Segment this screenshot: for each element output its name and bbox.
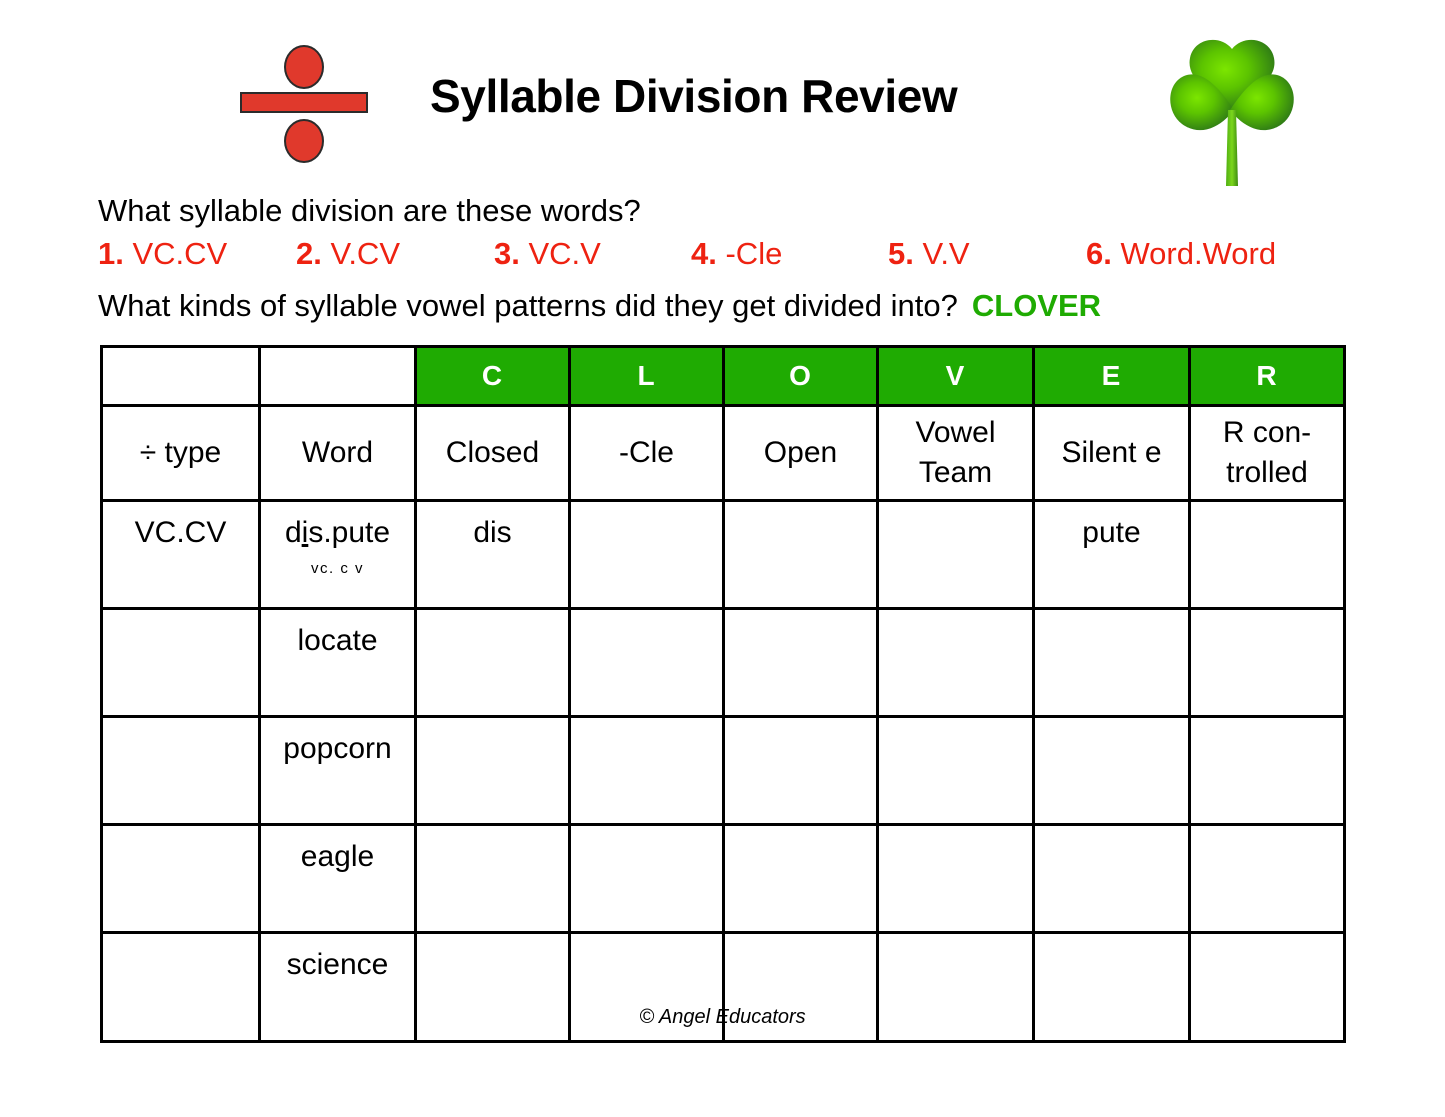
pattern-item-2: 2. V.CV <box>296 234 400 274</box>
cell-word[interactable]: locate <box>258 607 417 718</box>
column-label-closed: Closed <box>414 404 571 502</box>
cell-open[interactable] <box>722 715 879 826</box>
pattern-number-6: 6. <box>1086 236 1112 271</box>
word-annotation: vc. c v <box>310 560 364 577</box>
cell-cle[interactable] <box>568 823 725 934</box>
cell-r-controlled[interactable] <box>1188 499 1346 610</box>
syllable-division-table: C L O V E R ÷ type Word Closed -Cle Open… <box>100 345 1346 1043</box>
clover-letter-r: R <box>1188 345 1346 407</box>
cell-word[interactable]: dis.pute vc. c v <box>258 499 417 610</box>
cell-vowel-team[interactable] <box>876 823 1035 934</box>
cell-closed[interactable] <box>414 607 571 718</box>
cell-silent-e[interactable]: pute <box>1032 499 1191 610</box>
pattern-item-5: 5. V.V <box>888 234 970 274</box>
pattern-number-2: 2. <box>296 236 322 271</box>
word-text: science <box>286 948 389 981</box>
clover-letter-c: C <box>414 345 571 407</box>
syllable-pattern-list: 1. VC.CV 2. V.CV 3. VC.V 4. -Cle 5. V.V … <box>98 234 1398 274</box>
division-sign-top-dot <box>284 45 324 89</box>
prompt-block: What syllable division are these words? … <box>98 192 1398 326</box>
pattern-number-3: 3. <box>494 236 520 271</box>
pattern-value-3: VC.V <box>528 236 601 271</box>
table-row: locate <box>100 607 1346 718</box>
cell-vowel-team[interactable] <box>876 715 1035 826</box>
cell-word[interactable]: popcorn <box>258 715 417 826</box>
division-sign-bottom-dot <box>284 119 324 163</box>
clover-cell-blank-2 <box>258 345 417 407</box>
pattern-value-2: V.CV <box>330 236 400 271</box>
cell-division-type[interactable]: VC.CV <box>100 499 261 610</box>
cell-closed[interactable] <box>414 823 571 934</box>
column-label-word: Word <box>258 404 417 502</box>
cell-division-type[interactable] <box>100 823 261 934</box>
cell-open[interactable] <box>722 499 879 610</box>
pattern-item-6: 6. Word.Word <box>1086 234 1276 274</box>
question-2: What kinds of syllable vowel patterns di… <box>98 288 958 323</box>
column-label-open: Open <box>722 404 879 502</box>
word-part-after: s.pute <box>308 516 391 549</box>
clover-letter-o: O <box>722 345 879 407</box>
cell-silent-e[interactable] <box>1032 715 1191 826</box>
cell-cle[interactable] <box>568 715 725 826</box>
cell-silent-e[interactable] <box>1032 823 1191 934</box>
word-text: popcorn <box>283 732 392 765</box>
pattern-value-6: Word.Word <box>1120 236 1277 271</box>
table-row: VC.CV dis.pute vc. c v dis pute <box>100 499 1346 610</box>
cell-r-controlled[interactable] <box>1188 823 1346 934</box>
pattern-item-4: 4. -Cle <box>691 234 782 274</box>
division-sign-icon <box>240 45 368 163</box>
word-text: dis.pute <box>261 514 414 552</box>
cell-vowel-team[interactable] <box>876 607 1035 718</box>
clover-acronym-row: C L O V E R <box>100 345 1346 407</box>
clover-cell-blank-1 <box>100 345 261 407</box>
cell-r-controlled[interactable] <box>1188 715 1346 826</box>
pattern-item-1: 1. VC.CV <box>98 234 227 274</box>
page-title: Syllable Division Review <box>430 70 958 122</box>
answer-keyword: CLOVER <box>971 288 1102 323</box>
cell-closed[interactable] <box>414 715 571 826</box>
pattern-number-5: 5. <box>888 236 914 271</box>
column-label-vowel-team: Vowel Team <box>876 404 1035 502</box>
column-label-cle: -Cle <box>568 404 725 502</box>
question-1: What syllable division are these words? <box>98 193 641 228</box>
column-label-r-controlled: R con-trolled <box>1188 404 1346 502</box>
column-label-row: ÷ type Word Closed -Cle Open Vowel Team … <box>100 404 1346 502</box>
cell-division-type[interactable] <box>100 607 261 718</box>
word-text: eagle <box>300 840 375 873</box>
clover-letter-v: V <box>876 345 1035 407</box>
cell-cle[interactable] <box>568 607 725 718</box>
clover-letter-e: E <box>1032 345 1191 407</box>
division-sign-bar <box>240 92 368 113</box>
pattern-value-4: -Cle <box>725 236 783 271</box>
table-row: popcorn <box>100 715 1346 826</box>
page-header: Syllable Division Review <box>0 0 1445 190</box>
word-part-before: d <box>284 516 302 549</box>
cell-cle[interactable] <box>568 499 725 610</box>
cell-word[interactable]: eagle <box>258 823 417 934</box>
pattern-number-1: 1. <box>98 236 124 271</box>
shamrock-icon <box>1168 36 1296 191</box>
cell-vowel-team[interactable] <box>876 499 1035 610</box>
pattern-item-3: 3. VC.V <box>494 234 601 274</box>
copyright-footer: © Angel Educators <box>639 1006 806 1028</box>
column-label-silent-e: Silent e <box>1032 404 1191 502</box>
cell-closed[interactable]: dis <box>414 499 571 610</box>
clover-letter-l: L <box>568 345 725 407</box>
cell-division-type[interactable] <box>100 715 261 826</box>
table-row: eagle <box>100 823 1346 934</box>
cell-open[interactable] <box>722 823 879 934</box>
pattern-number-4: 4. <box>691 236 717 271</box>
word-text: locate <box>297 624 378 657</box>
cell-open[interactable] <box>722 607 879 718</box>
pattern-value-1: VC.CV <box>132 236 228 271</box>
cell-silent-e[interactable] <box>1032 607 1191 718</box>
pattern-value-5: V.V <box>922 236 970 271</box>
question-2-line: What kinds of syllable vowel patterns di… <box>98 286 1398 326</box>
column-label-division-type: ÷ type <box>100 404 261 502</box>
cell-r-controlled[interactable] <box>1188 607 1346 718</box>
